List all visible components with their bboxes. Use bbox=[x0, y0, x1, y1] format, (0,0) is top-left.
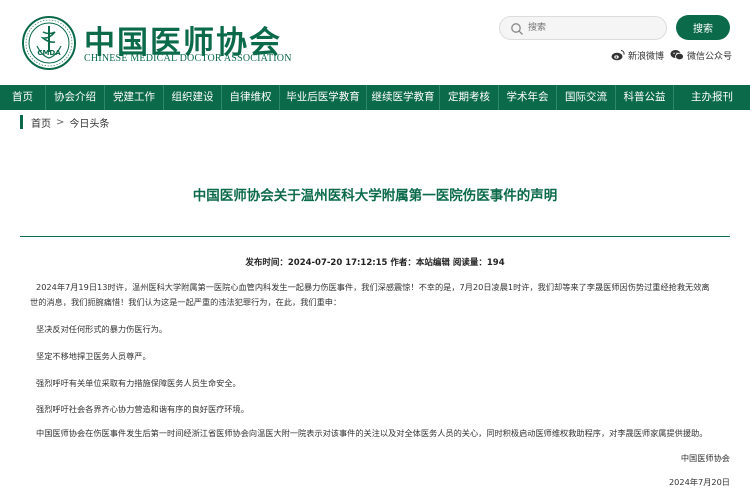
article-signature: 中国医师协会 bbox=[680, 453, 730, 463]
breadcrumb-current[interactable]: 今日头条 bbox=[69, 115, 109, 130]
nav-item-postgraduate-education[interactable]: 毕业后医学教育 bbox=[280, 85, 367, 110]
nav-item-international[interactable]: 国际交流 bbox=[557, 85, 616, 110]
nav-item-about[interactable]: 协会介绍 bbox=[46, 85, 105, 110]
article-meta: 发布时间：2024-07-20 17:12:15 作者：本站编辑 阅读量：194 bbox=[245, 258, 505, 268]
site-header: CMDA 中国医师协会 CHINESE MEDICAL DOCTOR ASSOC… bbox=[0, 0, 750, 85]
nav-item-assessment[interactable]: 定期考核 bbox=[440, 85, 499, 110]
wechat-icon bbox=[670, 50, 684, 61]
title-divider bbox=[20, 236, 730, 237]
weibo-icon bbox=[611, 50, 625, 61]
article-date: 2024年7月20日 bbox=[668, 477, 730, 487]
article-paragraph-4: 强烈呼吁有关单位采取有力措施保障医务人员生命安全。 bbox=[36, 378, 241, 388]
search-button[interactable]: 搜索 bbox=[676, 15, 730, 40]
weibo-link[interactable]: 新浪微博 bbox=[611, 47, 664, 63]
nav-item-public-welfare[interactable]: 科普公益 bbox=[616, 85, 674, 110]
weibo-label: 新浪微博 bbox=[628, 51, 665, 62]
breadcrumb-separator: > bbox=[56, 116, 65, 128]
breadcrumb-home[interactable]: 首页 bbox=[31, 115, 51, 130]
nav-item-home[interactable]: 首页 bbox=[0, 85, 46, 110]
article-paragraph-3: 坚定不移地捍卫医务人员尊严。 bbox=[36, 351, 151, 361]
org-name-en: CHINESE MEDICAL DOCTOR ASSOCIATION bbox=[84, 53, 292, 64]
article-paragraph-5: 强烈呼吁社会各界齐心协力营造和谐有序的良好医疗环境。 bbox=[36, 404, 249, 414]
cmda-logo[interactable]: CMDA bbox=[22, 16, 76, 70]
nav-item-annual-meeting[interactable]: 学术年会 bbox=[499, 85, 557, 110]
logo-text: CMDA bbox=[37, 49, 61, 57]
main-nav: 首页 协会介绍 党建工作 组织建设 自律维权 毕业后医学教育 继续医学教育 定期… bbox=[0, 85, 750, 110]
nav-item-publications[interactable]: 主办报刊 bbox=[674, 85, 750, 110]
search-input[interactable] bbox=[528, 20, 658, 36]
nav-item-rights[interactable]: 自律维权 bbox=[222, 85, 280, 110]
nav-item-party[interactable]: 党建工作 bbox=[105, 85, 164, 110]
breadcrumb: 首页 > 今日头条 bbox=[20, 114, 109, 130]
article-paragraph-6: 中国医师协会在伤医事件发生后第一时间经浙江省医师协会向温医大附一院表示对该事件的… bbox=[36, 428, 708, 438]
search-icon bbox=[511, 23, 523, 35]
breadcrumb-accent-bar bbox=[20, 115, 23, 129]
article-paragraph-1-line-2: 世的消息，我们扼腕痛惜！我们认为这是一起严重的违法犯罪行为，在此，我们重申： bbox=[30, 297, 342, 307]
nav-item-organization[interactable]: 组织建设 bbox=[164, 85, 222, 110]
article-paragraph-2: 坚决反对任何形式的暴力伤医行为。 bbox=[36, 324, 168, 334]
article-paragraph-1-line-1: 2024年7月19日13时许，温州医科大学附属第一医院心血管内科发生一起暴力伤医… bbox=[36, 282, 710, 292]
wechat-link[interactable]: 微信公众号 bbox=[670, 47, 732, 63]
article-title: 中国医师协会关于温州医科大学附属第一医院伤医事件的声明 bbox=[192, 188, 558, 204]
nav-item-continuing-education[interactable]: 继续医学教育 bbox=[367, 85, 440, 110]
wechat-label: 微信公众号 bbox=[687, 51, 733, 62]
search-box bbox=[499, 16, 667, 40]
